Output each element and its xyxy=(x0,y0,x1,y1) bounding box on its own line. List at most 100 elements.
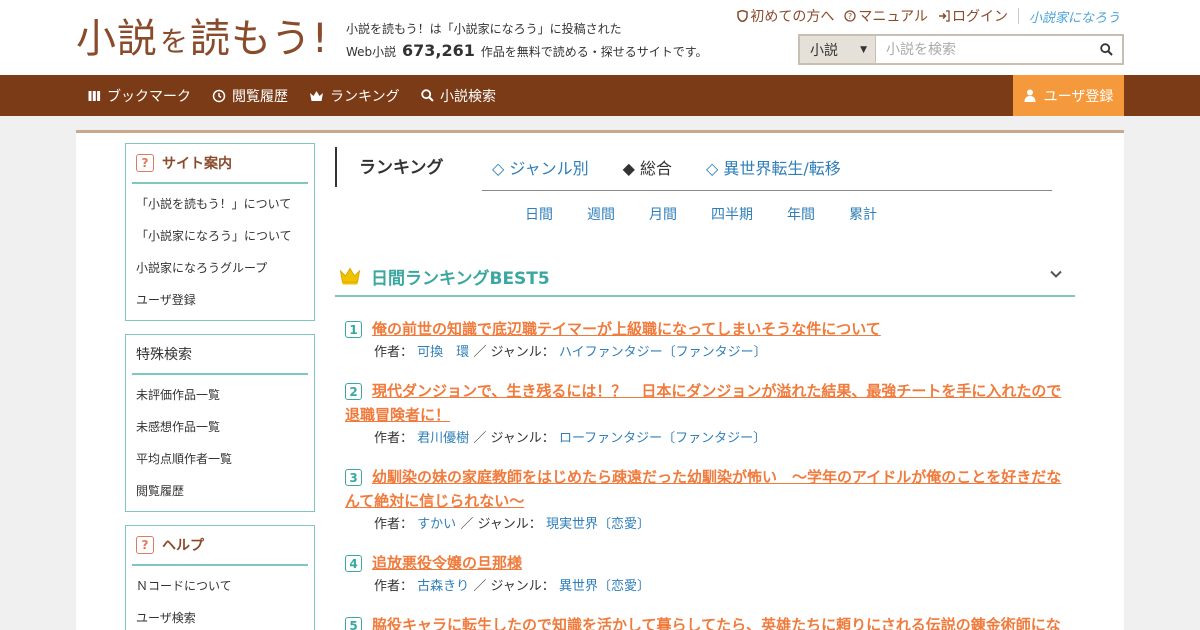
novel-meta: 作者： 可換 環 ／ ジャンル： ハイファンタジー〔ファンタジー〕 xyxy=(374,343,1065,363)
chevron-down-icon[interactable] xyxy=(1049,267,1063,281)
ranking-item: 5 脇役キャラに転生したので知識を活かして暮らしてたら、英雄たちに頼りにされる伝… xyxy=(345,613,1065,630)
novel-title-link[interactable]: 追放悪役令嬢の旦那様 xyxy=(345,551,1065,575)
ranking-header-bar xyxy=(335,147,337,187)
main-nav: ブックマーク 閲覧履歴 ランキング 小説検索 ユーザ登録 xyxy=(0,75,1200,116)
ranking-item: 1 俺の前世の知識で底辺職テイマーが上級職になってしまいそうな件について 作者：… xyxy=(345,317,1065,363)
login-icon xyxy=(938,10,950,22)
search-button[interactable] xyxy=(1090,36,1122,63)
period-weekly[interactable]: 週間 xyxy=(587,204,615,224)
search-type-select[interactable]: 小説 ▼ xyxy=(800,36,876,63)
sidebar-help: ? ヘルプ Ｎコードについて ユーザ検索 xyxy=(125,525,315,630)
sidebar-site-guide-header: ? サイト案内 xyxy=(132,144,308,184)
novel-meta: 作者： 古森きり ／ ジャンル： 異世界〔恋愛〕 xyxy=(374,577,1065,597)
genre-link[interactable]: ローファンタジー〔ファンタジー〕 xyxy=(559,431,766,446)
rank-number: 2 xyxy=(345,383,362,400)
logo-part2: を xyxy=(160,25,189,58)
author-link[interactable]: 古森きり xyxy=(417,579,469,594)
author-link[interactable]: 可換 環 xyxy=(417,345,469,360)
work-count: 673,261 xyxy=(402,41,475,60)
genre-link[interactable]: ハイファンタジー〔ファンタジー〕 xyxy=(559,345,767,360)
narou-logo-link[interactable]: 小説家になろう xyxy=(1029,7,1120,26)
sidebar-item-register[interactable]: ユーザ登録 xyxy=(136,284,314,316)
tab-overall[interactable]: ◆ 総合 xyxy=(623,155,672,179)
crown-icon xyxy=(310,90,323,101)
period-total[interactable]: 累計 xyxy=(849,204,877,224)
register-button[interactable]: ユーザ登録 xyxy=(1013,75,1124,116)
period-monthly[interactable]: 月間 xyxy=(649,204,677,224)
nav-ranking[interactable]: ランキング xyxy=(309,75,400,116)
nav-search[interactable]: 小説検索 xyxy=(421,75,496,116)
tagline-line1: 小説を読もう！は「小説家になろう」に投稿された xyxy=(346,22,622,36)
period-quarterly[interactable]: 四半期 xyxy=(711,204,753,224)
ranking-item: 3 幼馴染の妹の家庭教師をはじめたら疎遠だった幼馴染が怖い 〜学年のアイドルが俺… xyxy=(345,465,1065,535)
sidebar-item-about-narou[interactable]: 「小説家になろう」について xyxy=(136,220,314,252)
tagline-prefix: Web小説 xyxy=(346,45,397,59)
rank-number: 4 xyxy=(345,555,362,572)
history-icon xyxy=(212,89,226,102)
site-logo[interactable]: 小説 を 読もう! xyxy=(76,12,329,62)
author-label: 作者： xyxy=(374,431,414,446)
novel-meta: 作者： すかい ／ ジャンル： 現実世界〔恋愛〕 xyxy=(374,515,1065,535)
divider xyxy=(1017,8,1019,24)
period-yearly[interactable]: 年間 xyxy=(787,204,815,224)
sidebar-special-search-title: 特殊検索 xyxy=(136,347,192,363)
genre-link[interactable]: 異世界〔恋愛〕 xyxy=(559,579,650,594)
top-links: 初めての方へ ? マニュアル ログイン 小説家になろう xyxy=(737,6,1120,26)
period-links: 日間 週間 月間 四半期 年間 累計 xyxy=(525,204,911,224)
novel-title-link[interactable]: 幼馴染の妹の家庭教師をはじめたら疎遠だった幼馴染が怖い 〜学年のアイドルが俺のこ… xyxy=(345,465,1065,513)
genre-link[interactable]: 現実世界〔恋愛〕 xyxy=(546,517,650,532)
help-icon: ? xyxy=(136,154,154,172)
tabs-divider xyxy=(482,190,1052,191)
rank-number: 5 xyxy=(345,617,362,630)
ranking-item: 2 現代ダンジョンで、生き残るには！？ 日本にダンジョンが溢れた結果、最強チート… xyxy=(345,379,1065,449)
sidebar-item-ncode[interactable]: Ｎコードについて xyxy=(136,570,314,602)
genre-label: ／ ジャンル： xyxy=(473,431,555,446)
author-label: 作者： xyxy=(374,345,414,360)
novel-title-link[interactable]: 脇役キャラに転生したので知識を活かして暮らしてたら、英雄たちに頼りにされる伝説の… xyxy=(345,613,1065,630)
sidebar-item-user-search[interactable]: ユーザ検索 xyxy=(136,602,314,630)
sidebar-item-narou-group[interactable]: 小説家になろうグループ xyxy=(136,252,314,284)
daily-best5-header[interactable]: 日間ランキングBEST5 xyxy=(335,257,1075,297)
author-link[interactable]: すかい xyxy=(417,517,456,532)
novel-title-link[interactable]: 現代ダンジョンで、生き残るには！？ 日本にダンジョンが溢れた結果、最強チートを手… xyxy=(345,379,1065,427)
sidebar-help-title: ヘルプ xyxy=(162,538,204,554)
sidebar-item-unrated[interactable]: 未評価作品一覧 xyxy=(136,379,314,411)
genre-label: ／ ジャンル： xyxy=(473,345,555,360)
tab-genre[interactable]: ◇ ジャンル別 xyxy=(492,155,589,179)
user-icon xyxy=(1024,89,1036,102)
shield-icon xyxy=(737,10,749,22)
sidebar-site-guide-title: サイト案内 xyxy=(162,156,232,172)
author-link[interactable]: 君川優樹 xyxy=(417,431,469,446)
nav-history[interactable]: 閲覧履歴 xyxy=(212,75,288,116)
author-label: 作者： xyxy=(374,517,414,532)
svg-text:?: ? xyxy=(848,12,852,21)
sidebar-site-guide: ? サイト案内 「小説を読もう！」について 「小説家になろう」について 小説家に… xyxy=(125,143,315,321)
sidebar-special-search-header: 特殊検索 xyxy=(132,335,308,375)
site-header: 小説 を 読もう! 小説を読もう！は「小説家になろう」に投稿された Web小説 … xyxy=(0,0,1200,75)
manual-link[interactable]: ? マニュアル xyxy=(844,6,928,26)
sidebar-item-about-yomou[interactable]: 「小説を読もう！」について xyxy=(136,188,314,220)
caret-down-icon: ▼ xyxy=(860,44,867,55)
tab-isekai[interactable]: ◇ 異世界転生/転移 xyxy=(706,155,841,179)
novel-title-link[interactable]: 俺の前世の知識で底辺職テイマーが上級職になってしまいそうな件について xyxy=(345,317,1065,341)
first-time-link[interactable]: 初めての方へ xyxy=(737,6,834,26)
site-tagline: 小説を読もう！は「小説家になろう」に投稿された Web小説 673,261 作品… xyxy=(346,18,708,63)
sidebar-special-search: 特殊検索 未評価作品一覧 未感想作品一覧 平均点順作者一覧 閲覧履歴 xyxy=(125,334,315,512)
nav-bookmark[interactable]: ブックマーク xyxy=(88,75,191,116)
period-daily[interactable]: 日間 xyxy=(525,204,553,224)
novel-meta: 作者： 君川優樹 ／ ジャンル： ローファンタジー〔ファンタジー〕 xyxy=(374,429,1065,449)
sidebar-item-no-reviews[interactable]: 未感想作品一覧 xyxy=(136,411,314,443)
rank-number: 1 xyxy=(345,321,362,338)
sidebar-item-avg-authors[interactable]: 平均点順作者一覧 xyxy=(136,443,314,475)
search-icon xyxy=(1099,43,1113,56)
main-container: ? サイト案内 「小説を読もう！」について 「小説家になろう」について 小説家に… xyxy=(76,130,1124,630)
sidebar-item-history[interactable]: 閲覧履歴 xyxy=(136,475,314,507)
search-input[interactable] xyxy=(876,36,1090,63)
tagline-suffix: 作品を無料で読める・探せるサイトです。 xyxy=(480,45,708,59)
daily-best5-title: 日間ランキングBEST5 xyxy=(371,268,550,289)
login-link[interactable]: ログイン xyxy=(938,6,1008,26)
help-icon: ? xyxy=(136,536,154,554)
genre-label: ／ ジャンル： xyxy=(460,517,542,532)
rank-number: 3 xyxy=(345,469,362,486)
ranking-title: ランキング xyxy=(359,158,444,178)
